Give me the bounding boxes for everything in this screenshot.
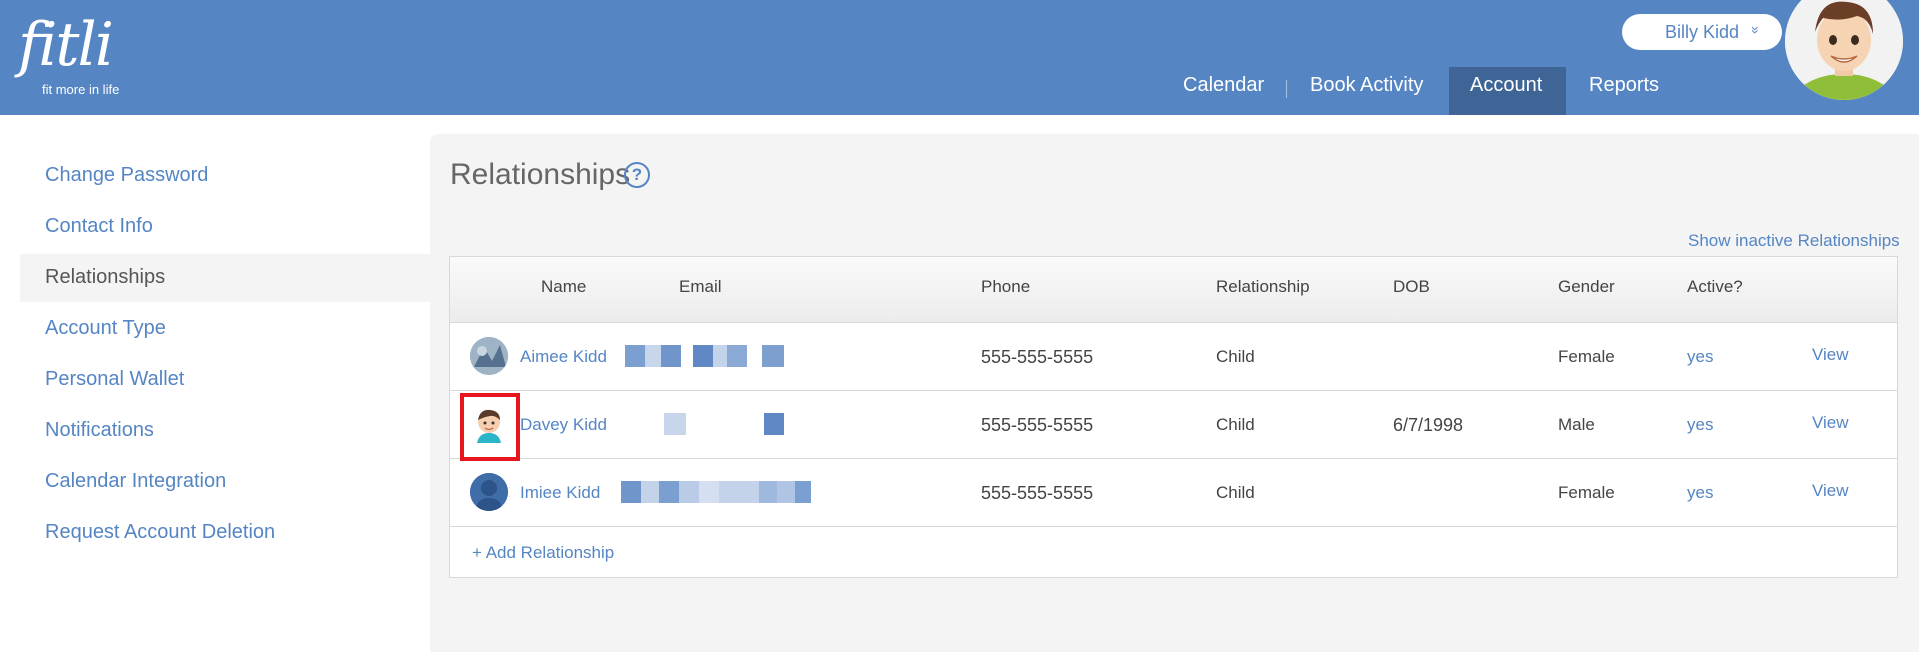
nav-divider (1286, 80, 1287, 98)
nav-book-activity[interactable]: Book Activity (1310, 74, 1423, 97)
table-row: Davey Kidd 555-555-5555 Child 6/7/1998 M… (450, 391, 1897, 461)
gender-cell: Female (1558, 347, 1615, 366)
chevron-down-icon: » (1747, 26, 1764, 34)
sidebar-item-personal-wallet[interactable]: Personal Wallet (45, 368, 184, 391)
sidebar-item-calendar-integration[interactable]: Calendar Integration (45, 470, 226, 493)
col-header-name: Name (541, 277, 587, 296)
dob-cell: 6/7/1998 (1393, 415, 1464, 435)
user-avatar[interactable] (1785, 0, 1903, 100)
view-link[interactable]: View (1812, 481, 1849, 501)
help-icon[interactable]: ? (624, 162, 650, 188)
relationship-name-link[interactable]: Imiee Kidd (520, 483, 600, 503)
table-row: Aimee Kidd 555-555-5555 Child Female yes… (450, 323, 1897, 391)
avatar (470, 337, 508, 375)
avatar (470, 473, 508, 511)
sidebar-item-notifications[interactable]: Notifications (45, 419, 154, 442)
col-header-phone: Phone (981, 277, 1031, 296)
cartoon-man-avatar-icon (1785, 0, 1903, 100)
user-name: Billy Kidd (1665, 22, 1740, 42)
avatar-highlight-box (460, 393, 520, 461)
relationship-cell: Child (1216, 483, 1255, 502)
view-link[interactable]: View (1812, 345, 1849, 365)
sidebar-item-account-type[interactable]: Account Type (45, 317, 166, 340)
phone-cell: 555-555-5555 (981, 415, 1094, 435)
table-row: Imiee Kidd 555-555-5555 Child Female yes… (450, 459, 1897, 527)
col-header-gender: Gender (1558, 277, 1615, 296)
col-header-dob: DOB (1393, 277, 1430, 296)
relationship-name-link[interactable]: Aimee Kidd (520, 347, 607, 367)
nav-reports[interactable]: Reports (1589, 74, 1659, 97)
page-title: Relationships (450, 158, 631, 191)
view-link[interactable]: View (1812, 413, 1849, 433)
gender-cell: Female (1558, 483, 1615, 502)
logo-wordmark: fitli (18, 10, 114, 80)
active-toggle[interactable]: yes (1687, 415, 1713, 435)
table-header: Name Email Phone Relationship DOB Gender… (450, 257, 1897, 323)
top-header: fitli fit more in life Billy Kidd » Cale… (0, 0, 1919, 115)
nav-calendar[interactable]: Calendar (1183, 74, 1264, 97)
relationships-table: Name Email Phone Relationship DOB Gender… (449, 256, 1898, 578)
sidebar-item-relationships[interactable]: Relationships (45, 266, 165, 289)
active-toggle[interactable]: yes (1687, 483, 1713, 503)
relationship-cell: Child (1216, 347, 1255, 366)
nav-account[interactable]: Account (1470, 74, 1542, 97)
fitli-logo[interactable]: fitli fit more in life (18, 10, 119, 97)
relationship-name-link[interactable]: Davey Kidd (520, 415, 607, 435)
user-menu-button[interactable]: Billy Kidd » (1622, 14, 1782, 50)
relationship-cell: Child (1216, 415, 1255, 434)
col-header-active: Active? (1687, 277, 1743, 296)
sidebar-item-request-account-deletion[interactable]: Request Account Deletion (45, 521, 275, 544)
col-header-email: Email (679, 277, 722, 296)
default-user-avatar-icon (470, 473, 508, 511)
gender-cell: Male (1558, 415, 1595, 434)
sidebar-item-contact-info[interactable]: Contact Info (45, 215, 153, 238)
show-inactive-link[interactable]: Show inactive Relationships (1688, 231, 1900, 251)
sidebar-item-change-password[interactable]: Change Password (45, 164, 208, 187)
phone-cell: 555-555-5555 (981, 483, 1094, 503)
logo-tagline: fit more in life (42, 82, 120, 97)
phone-cell: 555-555-5555 (981, 347, 1094, 367)
col-header-relationship: Relationship (1216, 277, 1310, 296)
photo-avatar-icon (470, 337, 508, 375)
add-relationship-link[interactable]: + Add Relationship (472, 543, 614, 563)
active-toggle[interactable]: yes (1687, 347, 1713, 367)
